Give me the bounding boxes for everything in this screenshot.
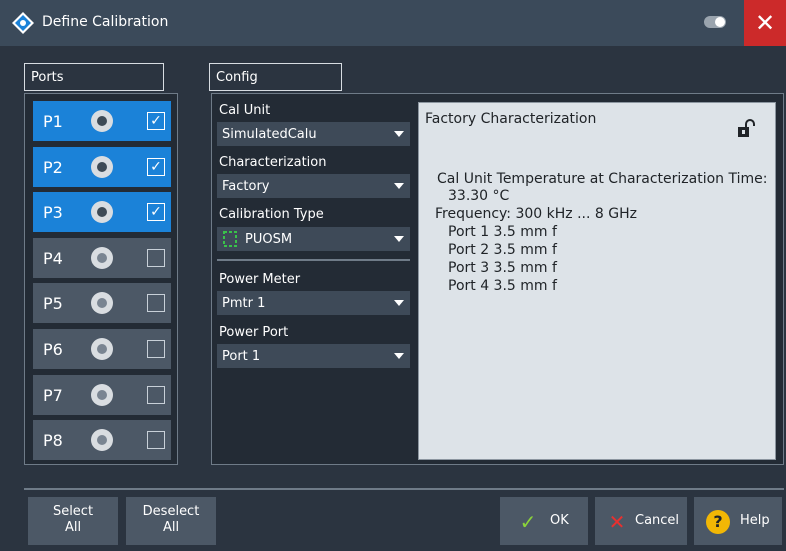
cal-unit-value: SimulatedCalu [222, 127, 317, 142]
config-separator [217, 259, 410, 261]
info-line: Cal Unit Temperature at Characterization… [437, 171, 768, 187]
title-bar: Define Calibration ✕ [0, 0, 786, 46]
connector-icon [91, 155, 113, 178]
ports-list: P1 ✓ P2 ✓ P3 ✓ P4 P5 P6 P7 P8 [24, 93, 178, 465]
select-all-line2: All [64, 520, 82, 535]
check-icon: ✓ [519, 510, 537, 534]
calibration-type-value: PUOSM [245, 232, 293, 247]
port-label: P7 [43, 385, 63, 405]
info-line: Port 1 3.5 mm f [448, 224, 557, 240]
deselect-all-button[interactable]: Deselect All [126, 497, 216, 545]
config-header: Config [209, 63, 342, 91]
calibration-type-label: Calibration Type [219, 207, 324, 222]
cal-unit-label: Cal Unit [219, 103, 271, 118]
cal-unit-dropdown[interactable]: SimulatedCalu [217, 122, 410, 146]
port-label: P6 [43, 340, 63, 359]
x-icon: ✕ [608, 510, 626, 534]
info-line: Frequency: 300 kHz ... 8 GHz [435, 206, 637, 222]
lock-open-icon[interactable] [737, 119, 755, 137]
port-row-p6[interactable]: P6 [33, 329, 171, 369]
cancel-button[interactable]: ✕ Cancel [595, 497, 687, 545]
characterization-info-panel: Factory Characterization Cal Unit Temper… [418, 102, 776, 460]
calibration-type-icon [223, 231, 237, 247]
app-logo-icon [12, 12, 34, 34]
connector-icon [91, 292, 113, 315]
port-checkbox[interactable] [147, 248, 165, 267]
port-checkbox[interactable] [147, 294, 165, 313]
chevron-down-icon [394, 353, 404, 359]
cancel-label: Cancel [635, 513, 680, 528]
chevron-down-icon [394, 236, 404, 242]
connector-icon [91, 110, 113, 132]
connector-icon [91, 429, 113, 452]
ok-label: OK [550, 513, 569, 528]
select-all-line1: Select [52, 504, 94, 519]
port-label: P5 [43, 294, 63, 314]
deselect-all-line2: All [162, 520, 180, 535]
ok-button[interactable]: ✓ OK [500, 497, 588, 545]
power-meter-dropdown[interactable]: Pmtr 1 [217, 291, 410, 315]
info-line: Port 4 3.5 mm f [448, 278, 557, 294]
power-port-value: Port 1 [222, 349, 261, 364]
power-port-label: Power Port [219, 325, 289, 340]
port-label: P1 [43, 112, 63, 131]
info-line: Port 3 3.5 mm f [448, 260, 557, 276]
port-row-p3[interactable]: P3 ✓ [33, 192, 171, 233]
characterization-label: Characterization [219, 155, 327, 170]
port-checkbox[interactable]: ✓ [147, 112, 165, 130]
footer-separator [24, 488, 784, 490]
port-row-p8[interactable]: P8 [33, 420, 171, 461]
power-meter-value: Pmtr 1 [222, 296, 266, 311]
help-icon: ? [706, 510, 730, 534]
port-row-p5[interactable]: P5 [33, 283, 171, 324]
ports-header: Ports [24, 63, 164, 91]
close-button[interactable]: ✕ [744, 0, 786, 46]
chevron-down-icon [394, 131, 404, 137]
connector-icon [91, 201, 113, 224]
port-checkbox[interactable] [147, 385, 165, 404]
characterization-dropdown[interactable]: Factory [217, 174, 410, 198]
characterization-value: Factory [222, 179, 270, 194]
close-icon: ✕ [754, 9, 776, 37]
port-checkbox[interactable]: ✓ [147, 157, 165, 176]
port-row-p7[interactable]: P7 [33, 374, 171, 415]
port-row-p4[interactable]: P4 [33, 237, 171, 278]
port-row-p2[interactable]: P2 ✓ [33, 146, 171, 187]
port-checkbox[interactable] [147, 431, 165, 450]
toggle-icon[interactable] [704, 16, 726, 28]
select-all-button[interactable]: Select All [28, 497, 118, 545]
info-line: 33.30 °C [448, 188, 510, 204]
port-row-p1[interactable]: P1 ✓ [33, 101, 171, 141]
chevron-down-icon [394, 183, 404, 189]
port-label: P4 [43, 248, 63, 268]
port-checkbox[interactable]: ✓ [147, 203, 165, 222]
port-checkbox[interactable] [147, 340, 165, 358]
window-title: Define Calibration [42, 14, 169, 30]
deselect-all-line1: Deselect [142, 504, 200, 519]
checkbox-check-icon: ✓ [150, 204, 162, 221]
port-label: P3 [43, 203, 63, 223]
connector-icon [91, 338, 113, 360]
checkbox-check-icon: ✓ [150, 113, 162, 129]
info-title: Factory Characterization [425, 111, 597, 127]
help-button[interactable]: ? Help [694, 497, 782, 545]
connector-icon [91, 246, 113, 269]
port-label: P8 [43, 431, 63, 451]
power-port-dropdown[interactable]: Port 1 [217, 344, 410, 368]
info-line: Port 2 3.5 mm f [448, 242, 557, 258]
chevron-down-icon [394, 300, 404, 306]
checkbox-check-icon: ✓ [150, 158, 162, 175]
help-label: Help [740, 513, 770, 528]
port-label: P2 [43, 157, 63, 177]
calibration-type-dropdown[interactable]: PUOSM [217, 227, 410, 251]
power-meter-label: Power Meter [219, 272, 301, 287]
connector-icon [91, 383, 113, 406]
